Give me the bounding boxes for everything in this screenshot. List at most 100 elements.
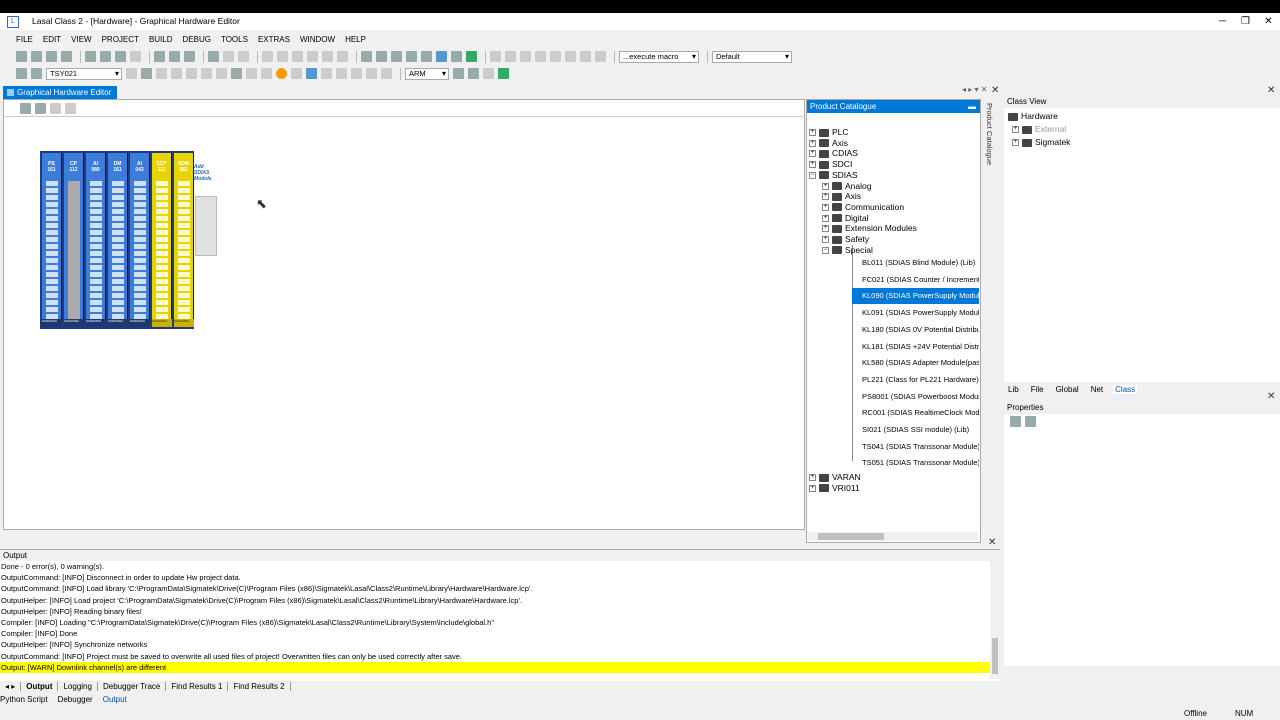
network-icon[interactable] [421, 51, 432, 62]
catalogue-item-sdci[interactable]: + SDCI [809, 159, 852, 170]
rebuild-icon[interactable] [468, 68, 479, 79]
add-icon[interactable] [50, 102, 61, 114]
new-icon[interactable] [16, 51, 27, 62]
zoom-icon[interactable] [307, 51, 318, 62]
catalogue-special-item[interactable]: KL181 (SDIAS +24V Potential Distributor) [852, 339, 979, 355]
menu-file[interactable]: FILE [16, 35, 33, 44]
run-icon[interactable] [201, 68, 212, 79]
step-out-icon[interactable] [366, 68, 377, 79]
bottom-tab-python-script[interactable]: Python Script [0, 695, 48, 704]
upload-icon[interactable] [156, 68, 167, 79]
expand-icon[interactable]: + [809, 161, 816, 169]
undo-icon[interactable] [208, 51, 219, 62]
classview-tab-lib[interactable]: Lib [1006, 385, 1021, 394]
expand-icon[interactable]: + [1012, 126, 1019, 133]
target-icon[interactable] [31, 68, 42, 79]
step-over-icon[interactable] [351, 68, 362, 79]
class-view-close-icon[interactable]: ✕ [1267, 85, 1275, 96]
catalogue-sdias-axis[interactable]: + Axis [822, 191, 861, 202]
text-icon[interactable] [292, 51, 303, 62]
expand-icon[interactable]: + [822, 203, 829, 211]
menu-help[interactable]: HELP [345, 35, 366, 44]
save-icon[interactable] [61, 51, 72, 62]
output-log[interactable]: Done - 0 error(s), 0 warning(s). OutputCo… [0, 561, 1000, 673]
product-catalogue-side-tab[interactable]: Product Catalogue [982, 103, 994, 178]
format-icon[interactable] [595, 51, 606, 62]
help-icon[interactable] [246, 68, 257, 79]
output-tab-find-results-1[interactable]: Find Results 1 [166, 681, 229, 691]
menu-edit[interactable]: EDIT [43, 35, 61, 44]
expand-icon[interactable]: − [809, 171, 816, 179]
catalogue-special-item[interactable]: PS8001 (SDIAS Powerboost Module) [852, 389, 979, 405]
snap-icon[interactable] [436, 51, 447, 62]
print-icon[interactable] [130, 51, 141, 62]
hardware-rack[interactable]: PS 161 SIGMATEK CP 112 SIGMATEK AI 080 SIGMAT… [40, 151, 194, 329]
terminal-icon[interactable] [498, 68, 509, 79]
expand-icon[interactable]: + [809, 129, 816, 136]
hardware-module[interactable]: CP 112 SIGMATEK [64, 153, 84, 327]
tools-icon[interactable] [406, 51, 417, 62]
output-tab-find-results-2[interactable]: Find Results 2 [228, 681, 291, 691]
watch-icon[interactable] [306, 68, 317, 79]
menu-debug[interactable]: DEBUG [183, 35, 211, 44]
bookmark-clear-icon[interactable] [550, 51, 561, 62]
macro-combo[interactable]: ...execute macro [619, 50, 699, 63]
catalogue-special-item[interactable]: BL011 (SDIAS Blind Module) (Lib) [852, 255, 979, 271]
hardware-module[interactable]: DM 161 SIGMATEK [108, 153, 128, 327]
grid-icon[interactable] [376, 51, 387, 62]
classview-tab-file[interactable]: File [1029, 385, 1046, 394]
classview-tab-net[interactable]: Net [1089, 385, 1105, 394]
minimize-button[interactable]: ─ [1211, 13, 1234, 30]
bookmark-next-icon[interactable] [520, 51, 531, 62]
network-view-icon[interactable] [35, 102, 46, 114]
expand-icon[interactable]: + [822, 236, 829, 243]
comment-icon[interactable] [490, 51, 501, 62]
outdent-icon[interactable] [580, 51, 591, 62]
compare-icon[interactable] [171, 68, 182, 79]
properties-icon[interactable] [20, 102, 31, 114]
sort-alpha-icon[interactable] [1025, 416, 1036, 427]
menu-project[interactable]: PROJECT [102, 35, 139, 44]
bookmark-icon[interactable] [505, 51, 516, 62]
catalogue-horizontal-scrollbar[interactable] [808, 532, 978, 541]
hardware-module[interactable]: PS 161 SIGMATEK [42, 153, 62, 327]
catalogue-special-item[interactable]: KL091 (SDIAS PowerSupply Module) [852, 305, 979, 321]
redo-icon[interactable] [223, 51, 234, 62]
cut-icon[interactable] [154, 51, 165, 62]
history-icon[interactable] [238, 51, 249, 62]
maximize-button[interactable]: ❐ [1234, 13, 1257, 30]
settings-icon[interactable] [261, 68, 272, 79]
expand-icon[interactable]: + [822, 193, 829, 201]
layout-icon[interactable] [361, 51, 372, 62]
expand-icon[interactable]: + [822, 182, 829, 190]
output-tab-debugger-trace[interactable]: Debugger Trace [98, 681, 167, 691]
expand-icon[interactable]: + [809, 150, 816, 158]
window-icon[interactable] [85, 51, 96, 62]
bottom-tab-debugger[interactable]: Debugger [58, 695, 93, 704]
clean-icon[interactable] [483, 68, 494, 79]
menu-view[interactable]: VIEW [71, 35, 91, 44]
align-icon[interactable] [391, 51, 402, 62]
download-icon[interactable] [141, 68, 152, 79]
catalogue-sdias-digital[interactable]: + Digital [822, 213, 869, 224]
classview-item-sigmatek[interactable]: + Sigmatek [1012, 137, 1070, 148]
pointer-icon[interactable] [262, 51, 273, 62]
catalogue-item-sdias[interactable]: − SDIAS [809, 170, 858, 181]
catalogue-special-item[interactable]: RC001 (SDIAS RealtimeClock Module) [852, 405, 979, 421]
catalogue-special-item[interactable]: KL090 (SDIAS PowerSupply Module) [852, 288, 979, 305]
properties-close-icon[interactable]: ✕ [1267, 391, 1275, 402]
sun-icon[interactable] [291, 68, 302, 79]
step-into-icon[interactable] [336, 68, 347, 79]
classview-item-hardware[interactable]: Hardware [1008, 111, 1058, 122]
expand-icon[interactable]: + [809, 484, 816, 492]
catalogue-sdias-communication[interactable]: + Communication [822, 202, 904, 213]
catalogue-item-varan[interactable]: + VARAN [809, 472, 861, 483]
expand-icon[interactable]: + [809, 139, 816, 147]
hand-icon[interactable] [277, 51, 288, 62]
record-icon[interactable] [276, 68, 287, 79]
zoom-in-icon[interactable] [322, 51, 333, 62]
breakpoint-icon[interactable] [231, 68, 242, 79]
tab-scroll-controls[interactable]: ◂ ▸ ▾ ✕ [962, 85, 987, 94]
step-icon[interactable] [126, 68, 137, 79]
catalogue-special-item[interactable]: KL180 (SDIAS 0V Potential Distributor) [852, 322, 979, 338]
